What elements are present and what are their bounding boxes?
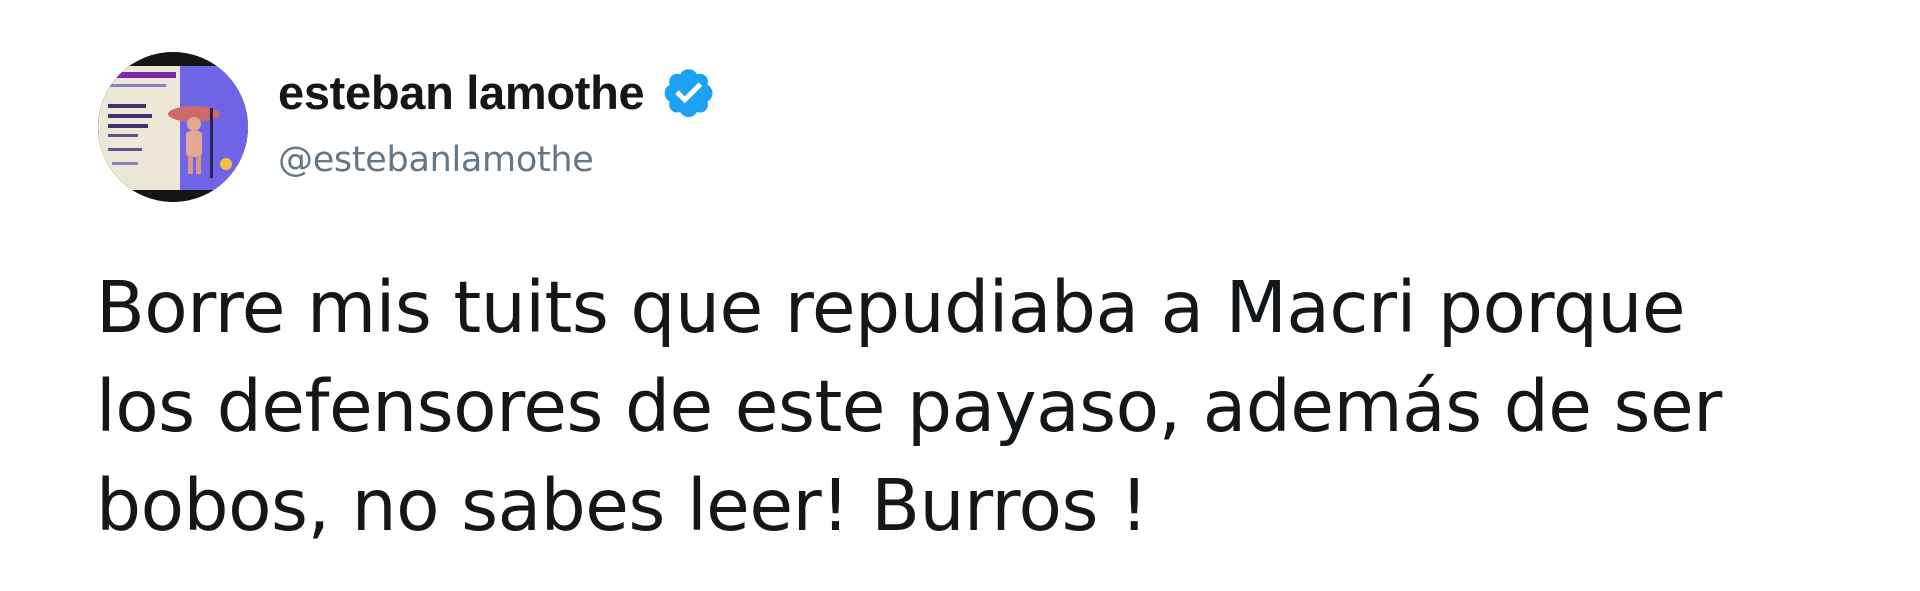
tweet-text-line: Borre mis tuits que repudiaba a Macri po… — [96, 266, 1686, 349]
verified-badge-icon — [660, 64, 716, 120]
tweet-text-line: los defensores de este payaso, además de… — [96, 365, 1722, 448]
author-display-name[interactable]: esteban lamothe — [278, 65, 645, 120]
author-name-row[interactable]: esteban lamothe — [278, 62, 716, 122]
author-handle[interactable]: @estebanlamothe — [278, 140, 594, 180]
avatar-image — [98, 52, 248, 202]
avatar[interactable] — [98, 52, 248, 202]
tweet-body: Borre mis tuits que repudiaba a Macri po… — [96, 258, 1896, 555]
tweet-text-line: bobos, no sabes leer! Burros ! — [96, 464, 1149, 547]
tweet-card: esteban lamothe @estebanlamothe Borre mi… — [0, 0, 1920, 591]
